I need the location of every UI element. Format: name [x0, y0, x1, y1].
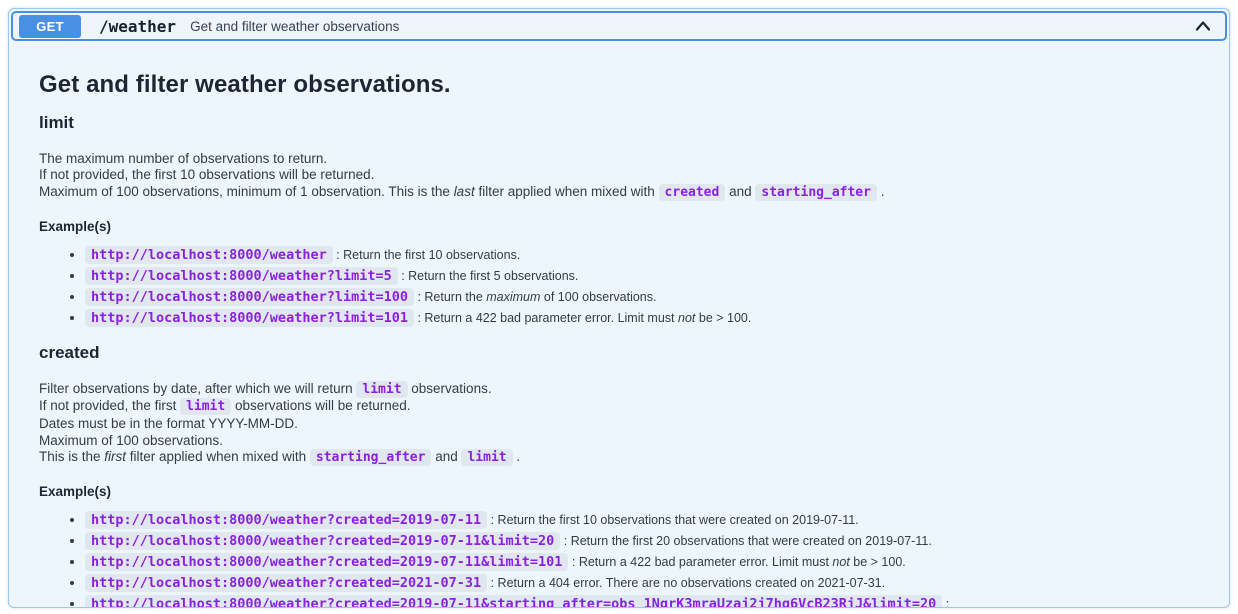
example-description: : Return the first 20 observations that … [560, 534, 932, 548]
limit-examples-heading: Example(s) [39, 219, 1199, 234]
example-description: : Return a 422 bad parameter error. Limi… [568, 555, 905, 569]
description-line: Dates must be in the format YYYY-MM-DD. [39, 416, 1199, 431]
example-description: : [942, 597, 949, 608]
param-heading-created: created [39, 343, 1199, 363]
example-item: http://localhost:8000/weather?limit=100 … [85, 288, 1199, 306]
section-limit: limit The maximum number of observations… [39, 113, 1199, 327]
created-description: Filter observations by date, after which… [39, 381, 1199, 466]
inline-code: limit [461, 449, 512, 466]
inline-code: starting_after [755, 184, 877, 201]
example-description: : Return the first 10 observations that … [487, 513, 859, 527]
endpoint-path: /weather [99, 17, 176, 36]
example-url-code: http://localhost:8000/weather?limit=5 [85, 267, 398, 285]
example-description: : Return the first 10 observations. [333, 248, 521, 262]
example-description: : Return a 404 error. There are no obser… [487, 576, 885, 590]
section-created: created Filter observations by date, aft… [39, 343, 1199, 608]
example-url-code: http://localhost:8000/weather?limit=100 [85, 288, 414, 306]
operation-description-body: Get and filter weather observations. lim… [9, 71, 1229, 608]
example-item: http://localhost:8000/weather?created=20… [85, 511, 1199, 529]
inline-code: limit [180, 398, 231, 415]
description-line: The maximum number of observations to re… [39, 151, 1199, 166]
emphasized-text: last [454, 184, 475, 199]
description-line: This is the first filter applied when mi… [39, 449, 1199, 466]
limit-examples-list: http://localhost:8000/weather : Return t… [39, 246, 1199, 327]
example-url-code: http://localhost:8000/weather?created=20… [85, 574, 487, 592]
operation-summary-header[interactable]: GET /weather Get and filter weather obse… [11, 11, 1227, 41]
example-url-code: http://localhost:8000/weather?created=20… [85, 511, 487, 529]
example-item: http://localhost:8000/weather?created=20… [85, 553, 1199, 571]
inline-code: starting_after [310, 449, 432, 466]
example-url-code: http://localhost:8000/weather [85, 246, 333, 264]
example-description: : Return the first 5 observations. [398, 269, 579, 283]
inline-code: created [659, 184, 726, 201]
example-url-code: http://localhost:8000/weather?created=20… [85, 553, 568, 571]
example-description: : Return the maximum of 100 observations… [414, 290, 656, 304]
example-url-code: http://localhost:8000/weather?limit=101 [85, 309, 414, 327]
operation-panel: GET /weather Get and filter weather obse… [8, 8, 1230, 608]
description-line: Maximum of 100 observations. [39, 433, 1199, 448]
chevron-up-icon [1193, 16, 1213, 36]
created-examples-heading: Example(s) [39, 484, 1199, 499]
example-description: : Return a 422 bad parameter error. Limi… [414, 311, 751, 325]
description-line: Filter observations by date, after which… [39, 381, 1199, 398]
example-url-code: http://localhost:8000/weather?created=20… [85, 532, 560, 550]
description-line: If not provided, the first limit observa… [39, 398, 1199, 415]
collapse-button[interactable] [1191, 16, 1215, 36]
emphasized-text: maximum [486, 290, 540, 304]
inline-code: limit [356, 381, 407, 398]
description-line: Maximum of 100 observations, minimum of … [39, 184, 1199, 201]
endpoint-summary: Get and filter weather observations [190, 19, 399, 34]
example-item: http://localhost:8000/weather?created=20… [85, 532, 1199, 550]
example-url-code: http://localhost:8000/weather?created=20… [85, 595, 942, 608]
example-item: http://localhost:8000/weather?limit=101 … [85, 309, 1199, 327]
example-item: http://localhost:8000/weather?created=20… [85, 574, 1199, 592]
created-examples-list: http://localhost:8000/weather?created=20… [39, 511, 1199, 608]
param-heading-limit: limit [39, 113, 1199, 133]
http-method-badge: GET [19, 15, 81, 38]
example-item: http://localhost:8000/weather?limit=5 : … [85, 267, 1199, 285]
emphasized-text: not [832, 555, 849, 569]
emphasized-text: not [678, 311, 695, 325]
description-line: If not provided, the first 10 observatio… [39, 167, 1199, 182]
emphasized-text: first [104, 449, 126, 464]
limit-description: The maximum number of observations to re… [39, 151, 1199, 201]
example-item: http://localhost:8000/weather : Return t… [85, 246, 1199, 264]
page-title: Get and filter weather observations. [39, 71, 1199, 99]
example-item: http://localhost:8000/weather?created=20… [85, 595, 1199, 608]
